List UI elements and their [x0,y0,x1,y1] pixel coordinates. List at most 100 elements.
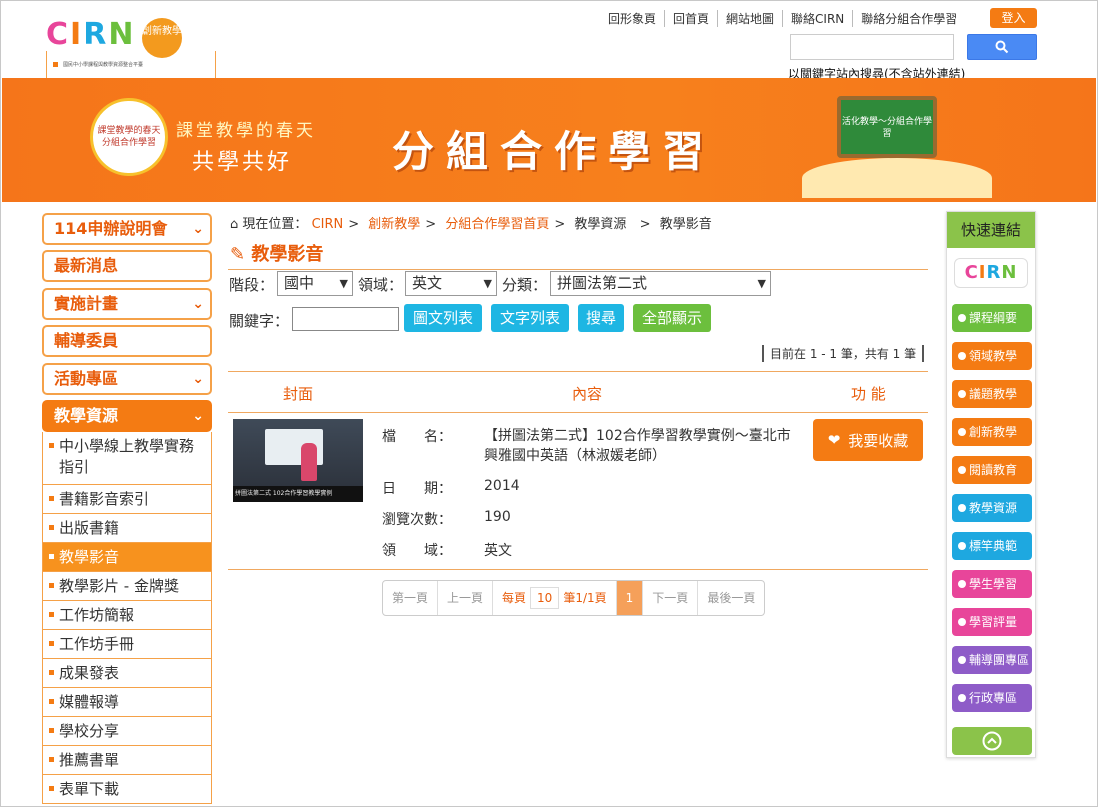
domain-select[interactable]: 英文 ▼ [405,271,497,296]
breadcrumb-prefix: 現在位置： [242,217,308,232]
header-content: 內容 [572,385,603,403]
text-list-button[interactable]: 文字列表 [491,304,569,332]
banner-illustration [802,158,992,198]
menu-section-news[interactable]: 最新消息 [42,250,212,282]
submenu-gold-videos[interactable]: 教學影片 - 金牌獎 [42,572,212,601]
search-button[interactable] [967,34,1037,60]
top-nav-image-page[interactable]: 回形象頁 [600,10,664,27]
submenu-workshop-manual[interactable]: 工作坊手冊 [42,630,212,659]
circle-icon [958,656,966,664]
submenu-school-share[interactable]: 學校分享 [42,717,212,746]
search-submit-button[interactable]: 搜尋 [578,304,624,332]
heart-icon: ❤ [827,431,841,449]
chevron-down-icon: ▼ [339,277,348,290]
submenu-workshop-slides[interactable]: 工作坊簡報 [42,601,212,630]
video-thumbnail[interactable]: 拼圖法第二式 102合作學習教學實例 [233,419,363,502]
circle-icon [958,428,966,436]
category-select[interactable]: 拼圖法第二式 ▼ [550,271,771,296]
menu-section-advisors[interactable]: 輔導委員 [42,325,212,357]
top-nav-home[interactable]: 回首頁 [664,9,717,27]
header-function: 功 能 [851,385,886,403]
row-domain-label: 領 域： [382,543,452,559]
quick-link-student[interactable]: 學生學習 [952,570,1032,598]
banner-seal: 課堂教學的春天 分組合作學習 [90,98,168,176]
scroll-top-button[interactable] [952,727,1032,755]
banner-slogan-1: 課堂教學的春天 [176,121,316,141]
breadcrumb-cirn[interactable]: CIRN [312,217,344,232]
banner-title: 分組合作學習 [392,127,717,176]
submenu-publications[interactable]: 出版書籍 [42,514,212,543]
banner: 課堂教學的春天 分組合作學習 課堂教學的春天 共學共好 分組合作學習 活化教學～… [2,78,1096,202]
top-nav-contact-cirn[interactable]: 聯絡CIRN [782,9,852,27]
keyword-input[interactable] [292,307,399,331]
quick-link-benchmark[interactable]: 標竿典範 [952,532,1032,560]
menu-section-plan[interactable]: 實施計畫 ⌄ [42,288,212,320]
page-title: ✎ 教學影音 [230,244,324,265]
views-value: 190 [484,509,511,525]
first-page-button[interactable]: 第一頁 [383,581,437,615]
quick-links-cirn-logo[interactable]: CIRN [954,258,1028,288]
circle-icon [958,390,966,398]
show-all-button[interactable]: 全部顯示 [633,304,711,332]
site-search-input[interactable] [790,34,954,60]
current-page[interactable]: 1 [615,581,643,615]
banner-slogan-2: 共學共好 [192,150,293,175]
chevron-down-icon: ⌄ [192,296,204,312]
per-page-input[interactable]: 10 [530,587,560,609]
quick-link-resources[interactable]: 教學資源 [952,494,1032,522]
home-icon: ⌂ [230,217,239,232]
circle-icon [958,618,966,626]
submenu-book-list[interactable]: 推薦書單 [42,746,212,775]
submenu-book-index[interactable]: 書籍影音索引 [42,485,212,514]
image-list-button[interactable]: 圖文列表 [404,304,482,332]
chevron-up-icon [982,731,1002,751]
quick-link-issues[interactable]: 議題教學 [952,380,1032,408]
top-nav-sitemap[interactable]: 網站地圖 [717,9,782,27]
thumb-caption: 拼圖法第二式 102合作學習教學實例 [233,486,363,502]
favorite-button[interactable]: ❤ 我要收藏 [813,419,923,461]
submenu-videos[interactable]: 教學影音 [42,543,212,572]
next-page-button[interactable]: 下一頁 [642,581,697,615]
prev-page-button[interactable]: 上一頁 [437,581,492,615]
pagination: 第一頁 上一頁 每頁 10 筆1/1頁 1 下一頁 最後一頁 [382,580,766,616]
breadcrumb-coop-home[interactable]: 分組合作學習首頁 [445,217,549,232]
quick-link-domain[interactable]: 領域教學 [952,342,1032,370]
top-nav-contact-coop[interactable]: 聯絡分組合作學習 [852,9,965,27]
per-page-control: 每頁 10 筆1/1頁 [492,581,616,615]
thumb-teacher [301,443,317,481]
submenu-online-guide[interactable]: 中小學線上教學實務指引 [42,432,212,485]
chevron-down-icon: ▼ [757,277,766,290]
row-divider [228,569,928,570]
circle-icon [958,466,966,474]
logo-subtitle: 國民中小學課程與教學資源整合平臺 [46,51,216,81]
quick-link-reading[interactable]: 閱讀教育 [952,456,1032,484]
quick-link-curriculum[interactable]: 課程綱要 [952,304,1032,332]
quick-link-assessment[interactable]: 學習評量 [952,608,1032,636]
submenu-forms[interactable]: 表單下載 [42,775,212,804]
last-page-button[interactable]: 最後一頁 [697,581,764,615]
search-icon [995,40,1009,54]
stage-select[interactable]: 國中 ▼ [277,271,353,296]
file-name-link[interactable]: 【拼圖法第二式】102合作學習教學實例～臺北市興雅國中英語（林淑媛老師） [484,426,802,466]
quick-links-panel: 快速連結 CIRN 課程綱要 領域教學 議題教學 創新教學 閱讀教育 教學資源 … [946,211,1036,758]
circle-icon [958,580,966,588]
submenu-results[interactable]: 成果發表 [42,659,212,688]
date-value: 2014 [484,478,520,494]
quick-link-admin[interactable]: 行政專區 [952,684,1032,712]
login-button[interactable]: 登入 [990,8,1037,28]
logo-badge: 創新教學 [142,18,182,58]
breadcrumb-current: 教學影音 [659,217,712,232]
circle-icon [958,542,966,550]
breadcrumb-innovative[interactable]: 創新教學 [368,217,420,232]
header-cover: 封面 [283,385,314,403]
quick-link-guidance[interactable]: 輔導團專區 [952,646,1032,674]
menu-section-briefing[interactable]: 114申辦說明會 ⌄ [42,213,212,245]
cirn-logo[interactable]: CIRN 國民中小學課程與教學資源整合平臺 創新教學 [46,17,216,81]
submenu-media[interactable]: 媒體報導 [42,688,212,717]
row-domain-value: 英文 [484,543,512,559]
circle-icon [958,504,966,512]
circle-icon [958,352,966,360]
menu-section-events[interactable]: 活動專區 ⌄ [42,363,212,395]
quick-link-innovative[interactable]: 創新教學 [952,418,1032,446]
menu-section-resources[interactable]: 教學資源 ⌄ [42,400,212,432]
